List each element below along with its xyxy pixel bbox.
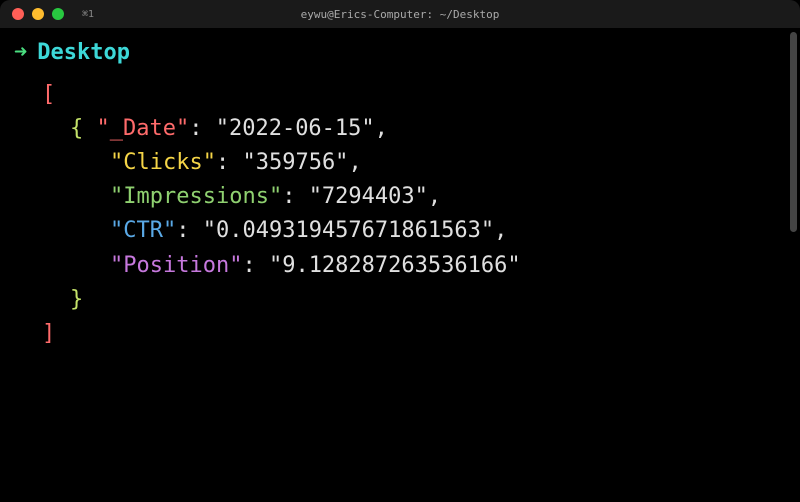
close-button[interactable] xyxy=(12,8,24,20)
window-title: eywu@Erics-Computer: ~/Desktop xyxy=(301,8,500,21)
prompt-cwd: Desktop xyxy=(37,36,130,70)
tab-indicator: ⌘1 xyxy=(82,9,94,20)
json-row-ctr: "CTR": "0.049319457671861563", xyxy=(14,214,786,248)
json-row-clicks: "Clicks": "359756", xyxy=(14,146,786,180)
scrollbar[interactable] xyxy=(790,32,797,232)
window-titlebar: ⌘1 eywu@Erics-Computer: ~/Desktop xyxy=(0,0,800,28)
prompt-arrow-icon: ➜ xyxy=(14,36,27,70)
tab-shortcut-label: ⌘1 xyxy=(82,9,94,20)
json-open-bracket: [ xyxy=(14,78,786,112)
maximize-button[interactable] xyxy=(52,8,64,20)
json-close-curly: } xyxy=(14,283,786,317)
json-close-bracket: ] xyxy=(14,317,786,351)
prompt-line: ➜ Desktop xyxy=(14,36,786,70)
json-row-position: "Position": "9.128287263536166" xyxy=(14,249,786,283)
terminal-output[interactable]: ➜ Desktop [ { "_Date": "2022-06-15", "Cl… xyxy=(0,28,800,502)
json-row-date: { "_Date": "2022-06-15", xyxy=(14,112,786,146)
traffic-lights xyxy=(12,8,64,20)
minimize-button[interactable] xyxy=(32,8,44,20)
json-row-impressions: "Impressions": "7294403", xyxy=(14,180,786,214)
